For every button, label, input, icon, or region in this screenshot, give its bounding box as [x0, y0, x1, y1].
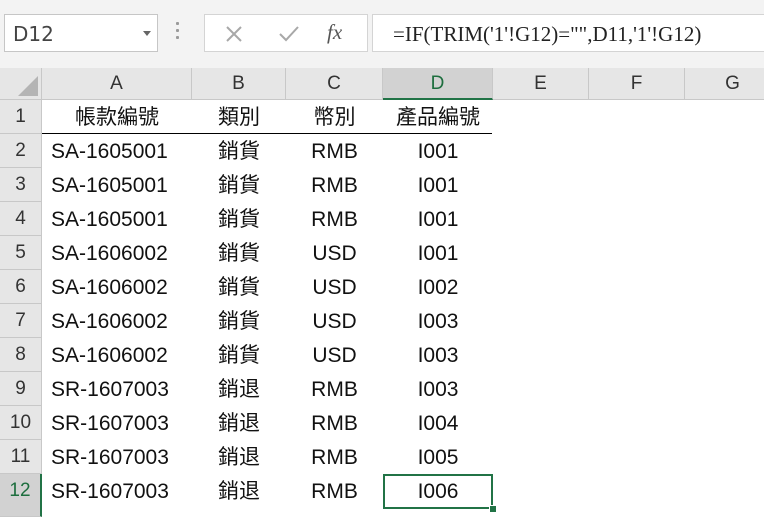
cell-d5[interactable]: I001 [383, 236, 493, 270]
cell-b4[interactable]: 銷貨 [192, 202, 286, 236]
cell-b11[interactable]: 銷退 [192, 440, 286, 474]
row-header-3[interactable]: 3 [0, 168, 42, 202]
cell-a2[interactable]: SA-1605001 [42, 134, 192, 168]
cell-a5[interactable]: SA-1606002 [42, 236, 192, 270]
drag-handle-icon[interactable] [176, 22, 180, 44]
formula-text: =IF(TRIM('1'!G12)="",D11,'1'!G12) [393, 22, 702, 46]
spreadsheet-grid: A B C D E F G 1 2 3 4 5 6 7 8 9 10 11 12… [0, 68, 764, 517]
cell-b2[interactable]: 銷貨 [192, 134, 286, 168]
cell-c9[interactable]: RMB [286, 372, 383, 406]
cell-b9[interactable]: 銷退 [192, 372, 286, 406]
row-header-4[interactable]: 4 [0, 202, 42, 236]
cell-a9[interactable]: SR-1607003 [42, 372, 192, 406]
formula-input[interactable]: =IF(TRIM('1'!G12)="",D11,'1'!G12) [372, 14, 764, 52]
cell-a1[interactable]: 帳款編號 [42, 100, 192, 134]
column-header-f[interactable]: F [589, 68, 685, 100]
cell-b10[interactable]: 銷退 [192, 406, 286, 440]
active-cell-border [383, 474, 493, 509]
cell-a11[interactable]: SR-1607003 [42, 440, 192, 474]
row-header-1[interactable]: 1 [0, 100, 42, 134]
row-header-12[interactable]: 12 [0, 474, 42, 517]
column-header-b[interactable]: B [192, 68, 286, 100]
column-header-g[interactable]: G [685, 68, 764, 100]
formula-toolbar: D12 fx =IF(TRIM('1'!G12)="",D11,'1'!G12) [0, 0, 764, 68]
cell-c11[interactable]: RMB [286, 440, 383, 474]
cell-b12[interactable]: 銷退 [192, 474, 286, 508]
cell-d8[interactable]: I003 [383, 338, 493, 372]
name-box-value: D12 [13, 22, 54, 46]
cell-c1[interactable]: 幣別 [286, 100, 383, 134]
cell-c10[interactable]: RMB [286, 406, 383, 440]
column-header-d[interactable]: D [383, 68, 493, 100]
column-header-a[interactable]: A [42, 68, 192, 100]
cell-d4[interactable]: I001 [383, 202, 493, 236]
cell-c4[interactable]: RMB [286, 202, 383, 236]
cell-c3[interactable]: RMB [286, 168, 383, 202]
check-icon [279, 26, 299, 42]
cell-b7[interactable]: 銷貨 [192, 304, 286, 338]
cancel-button[interactable] [209, 15, 259, 53]
row-header-10[interactable]: 10 [0, 406, 42, 440]
select-all-icon [18, 76, 38, 96]
cell-c2[interactable]: RMB [286, 134, 383, 168]
chevron-down-icon[interactable] [143, 31, 151, 36]
cell-a4[interactable]: SA-1605001 [42, 202, 192, 236]
cell-d11[interactable]: I005 [383, 440, 493, 474]
cell-a7[interactable]: SA-1606002 [42, 304, 192, 338]
cell-d10[interactable]: I004 [383, 406, 493, 440]
cell-a3[interactable]: SA-1605001 [42, 168, 192, 202]
name-box[interactable]: D12 [4, 14, 158, 52]
cell-d9[interactable]: I003 [383, 372, 493, 406]
cell-d2[interactable]: I001 [383, 134, 493, 168]
row-header-11[interactable]: 11 [0, 440, 42, 474]
cell-b1[interactable]: 類別 [192, 100, 286, 134]
cell-b6[interactable]: 銷貨 [192, 270, 286, 304]
row-header-7[interactable]: 7 [0, 304, 42, 338]
cell-b5[interactable]: 銷貨 [192, 236, 286, 270]
cell-d6[interactable]: I002 [383, 270, 493, 304]
insert-function-button[interactable]: fx [327, 20, 342, 45]
cell-b3[interactable]: 銷貨 [192, 168, 286, 202]
cell-d7[interactable]: I003 [383, 304, 493, 338]
select-all-button[interactable] [0, 68, 42, 100]
cell-d1[interactable]: 產品編號 [383, 100, 493, 134]
cell-c6[interactable]: USD [286, 270, 383, 304]
close-icon [226, 26, 242, 42]
cell-b8[interactable]: 銷貨 [192, 338, 286, 372]
cell-c7[interactable]: USD [286, 304, 383, 338]
column-header-e[interactable]: E [493, 68, 589, 100]
fill-handle[interactable] [489, 505, 497, 513]
row-header-2[interactable]: 2 [0, 134, 42, 168]
cell-c8[interactable]: USD [286, 338, 383, 372]
row-header-6[interactable]: 6 [0, 270, 42, 304]
cell-a8[interactable]: SA-1606002 [42, 338, 192, 372]
row-header-5[interactable]: 5 [0, 236, 42, 270]
enter-button[interactable] [263, 15, 313, 53]
cell-c5[interactable]: USD [286, 236, 383, 270]
cell-a6[interactable]: SA-1606002 [42, 270, 192, 304]
formula-buttons: fx [204, 14, 368, 52]
row-header-9[interactable]: 9 [0, 372, 42, 406]
row-header-8[interactable]: 8 [0, 338, 42, 372]
cell-a12[interactable]: SR-1607003 [42, 474, 192, 508]
cell-c12[interactable]: RMB [286, 474, 383, 508]
cell-d3[interactable]: I001 [383, 168, 493, 202]
cell-a10[interactable]: SR-1607003 [42, 406, 192, 440]
column-header-c[interactable]: C [286, 68, 383, 100]
